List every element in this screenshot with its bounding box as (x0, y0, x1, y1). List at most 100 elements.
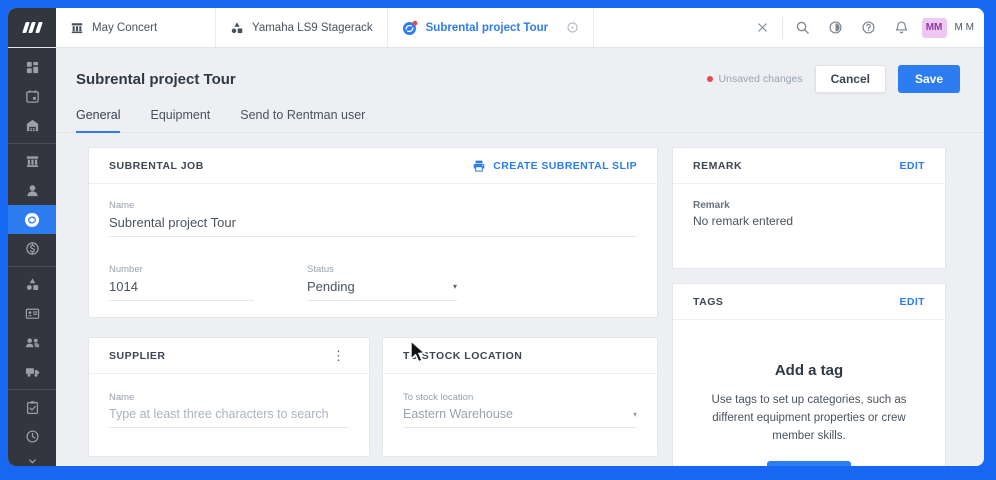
chevron-down-icon (28, 458, 36, 464)
doc-tab-label: Subrental project Tour (425, 21, 549, 34)
tab-close-icon[interactable] (566, 21, 579, 34)
cancel-button[interactable]: Cancel (814, 65, 886, 93)
number-field-label: Number (109, 264, 143, 275)
financial-icon (25, 242, 39, 255)
to-stock-location-card-title: TO STOCK LOCATION (403, 349, 523, 362)
number-field-value[interactable]: 1014 (109, 279, 254, 301)
supplier-card-title: SUPPLIER (109, 349, 166, 362)
sidebar-item-tasks[interactable] (8, 393, 56, 422)
to-stock-location-value: Eastern Warehouse (403, 407, 514, 421)
planner-icon (25, 90, 39, 103)
subrentals-icon (25, 212, 39, 227)
projects-icon (26, 156, 38, 167)
remark-card: REMARK EDIT Remark No remark entered (672, 147, 946, 269)
status-field[interactable]: Status Pending ▾ (307, 264, 457, 301)
tags-empty-title: Add a tag (774, 362, 844, 379)
contacts-icon (26, 185, 38, 197)
chevron-down-icon: ▾ (632, 409, 637, 419)
page-title: Subrental project Tour (76, 70, 236, 88)
notifications-icon[interactable] (885, 8, 918, 48)
sidebar-item-subrentals[interactable] (8, 205, 56, 234)
add-tag-button[interactable]: Add tag (766, 461, 852, 466)
name-field-label: Name (109, 200, 135, 211)
supplier-name-label: Name (109, 392, 135, 403)
user-avatar[interactable]: MM (921, 17, 947, 38)
sidebar-item-crew[interactable] (8, 328, 56, 357)
topbar-actions: MM M M (746, 8, 984, 47)
sidebar-item-time[interactable] (8, 422, 56, 451)
supplier-search-input[interactable]: Type at least three characters to search (109, 407, 349, 428)
chevron-down-icon: ▾ (452, 282, 457, 291)
main-content: Subrental project Tour Unsaved changes C… (56, 48, 984, 466)
help-icon[interactable] (852, 8, 885, 48)
doc-tab-label: May Concert (92, 21, 158, 34)
search-icon[interactable] (786, 8, 819, 48)
user-name[interactable]: M M (955, 22, 974, 33)
topbar-divider (781, 16, 783, 39)
sidebar-divider (8, 389, 56, 390)
sidebar-item-equipment[interactable] (8, 270, 56, 299)
to-stock-location-select[interactable]: Eastern Warehouse ▾ (403, 407, 637, 428)
to-stock-location-label: To stock location (403, 392, 474, 403)
printer-icon (474, 160, 485, 172)
number-field[interactable]: Number 1014 (109, 264, 254, 301)
app-window: May Concert Yamaha LS9 Stagerack Subrent… (8, 8, 984, 466)
contact-card-icon (25, 308, 39, 319)
tags-edit-button[interactable]: EDIT (899, 296, 925, 308)
to-stock-location-card: TO STOCK LOCATION To stock location East… (382, 337, 658, 457)
rentman-logo-icon (21, 22, 43, 33)
sidebar-item-dashboard[interactable] (8, 53, 56, 82)
save-button[interactable]: Save (897, 65, 960, 93)
subrental-job-card-title: SUBRENTAL JOB (109, 159, 204, 172)
sidebar-item-financial[interactable] (8, 234, 56, 263)
sidebar-item-projects[interactable] (8, 147, 56, 176)
supplier-name-field[interactable]: Name Type at least three characters to s… (109, 392, 349, 428)
close-icon[interactable] (746, 8, 779, 48)
doc-tab-may-concert[interactable]: May Concert (56, 8, 216, 47)
tags-card: TAGS EDIT Add a tag Use tags to set up c… (672, 283, 946, 466)
equipment-icon (26, 278, 38, 290)
status-field-label: Status (307, 264, 334, 275)
sidebar-collapse[interactable] (8, 451, 56, 466)
rentman-logo[interactable] (8, 8, 56, 47)
remark-card-title: REMARK (693, 159, 743, 172)
warehouse-icon (26, 119, 38, 132)
status-select[interactable]: Pending ▾ (307, 279, 457, 301)
sidebar (8, 48, 56, 466)
subrental-job-card: SUBRENTAL JOB CREATE SUBRENTAL SLIP Name… (88, 147, 658, 318)
page-tabs: General Equipment Send to Rentman user (56, 108, 984, 133)
tab-equipment[interactable]: Equipment (150, 108, 210, 132)
sidebar-item-contact-card[interactable] (8, 299, 56, 328)
name-field[interactable]: Name Subrental project Tour (109, 200, 637, 237)
equipment-icon (230, 21, 244, 35)
to-stock-location-field[interactable]: To stock location Eastern Warehouse ▾ (403, 392, 637, 428)
create-subrental-slip-button[interactable]: CREATE SUBRENTAL SLIP (472, 159, 637, 173)
transport-icon (25, 368, 39, 377)
sidebar-item-contacts[interactable] (8, 176, 56, 205)
contrast-icon[interactable] (819, 8, 852, 48)
doc-tab-yamaha-stagerack[interactable]: Yamaha LS9 Stagerack (216, 8, 388, 47)
tab-send-to-rentman-user[interactable]: Send to Rentman user (240, 108, 365, 132)
tab-general[interactable]: General (76, 108, 121, 133)
sidebar-divider (8, 143, 56, 144)
doc-tab-subrental-project-tour[interactable]: Subrental project Tour (387, 8, 595, 47)
tasks-icon (26, 401, 38, 415)
kebab-menu-icon[interactable]: ⋮ (328, 347, 349, 364)
tags-empty-description: Use tags to set up categories, such as d… (711, 394, 907, 442)
remark-edit-button[interactable]: EDIT (899, 160, 925, 172)
sidebar-item-warehouse[interactable] (8, 111, 56, 140)
remark-field-label: Remark (693, 200, 730, 211)
dashboard-icon (26, 61, 38, 74)
tags-card-title: TAGS (693, 295, 724, 308)
remark-field-value: No remark entered (693, 214, 794, 228)
unsaved-changes-status: Unsaved changes (706, 73, 803, 85)
sidebar-divider (8, 266, 56, 267)
sidebar-item-planner[interactable] (8, 82, 56, 111)
crew-icon (25, 338, 39, 348)
project-icon (70, 21, 84, 35)
top-bar: May Concert Yamaha LS9 Stagerack Subrent… (8, 8, 984, 48)
subrental-icon (402, 20, 418, 36)
sidebar-item-transport[interactable] (8, 357, 56, 386)
name-field-value[interactable]: Subrental project Tour (109, 215, 637, 237)
supplier-card: SUPPLIER ⋮ Name Type at least three char… (88, 337, 370, 457)
